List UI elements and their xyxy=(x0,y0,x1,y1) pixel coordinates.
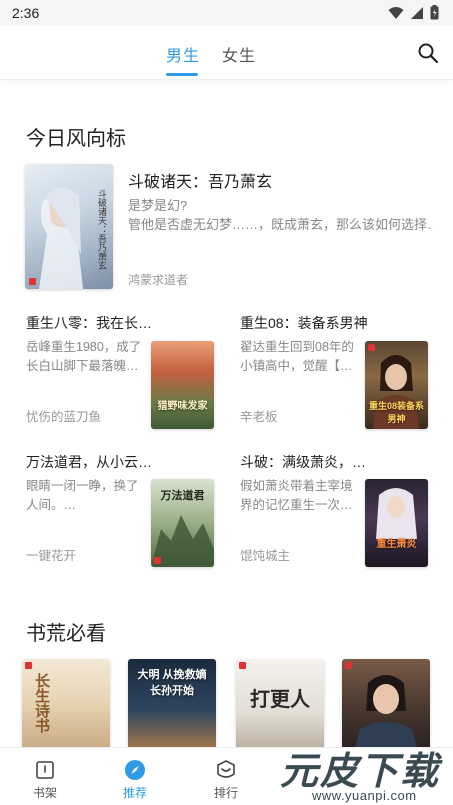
book-cover[interactable] xyxy=(342,659,430,751)
signal-icon xyxy=(411,6,423,19)
book-desc: 翟达重生回到08年的 小镇高中，觉醒【… xyxy=(240,338,354,376)
book-title: 斗破：满级萧炎，… xyxy=(240,454,366,470)
compass-icon xyxy=(125,760,145,780)
featured-book-cover[interactable]: 斗破诸天：吾乃萧玄 xyxy=(25,164,113,289)
wifi-icon xyxy=(388,6,404,19)
nav-item-ranking[interactable]: 排行 xyxy=(186,748,266,805)
book-author: 一键花开 xyxy=(26,549,77,563)
book-title: 重生08：装备系男神 xyxy=(240,315,368,331)
publisher-mark-icon xyxy=(368,344,375,351)
nav-label-recommend: 推荐 xyxy=(122,786,147,800)
nav-label-bookshelf: 书架 xyxy=(32,786,57,800)
top-tab-bar: 男生 女生 xyxy=(0,26,453,80)
book-cover-text: 长生诗书 xyxy=(33,673,50,733)
book-cover[interactable]: 重生08装备系男神 xyxy=(365,341,428,429)
featured-book-desc: 是梦是幻? 管他是否虚无幻梦……，既成萧玄，那么该如何选择… xyxy=(128,196,433,234)
book-cover[interactable]: 大明 从挽救嫡长孙开始 xyxy=(128,659,216,751)
status-time: 2:36 xyxy=(12,5,40,21)
book-cover-text: 打更人 xyxy=(250,689,310,711)
publisher-mark-icon xyxy=(154,557,161,564)
cover-illustration xyxy=(376,488,417,539)
book-desc-line1: 眼睛一闭一睁，换了 xyxy=(26,479,139,493)
active-tab-indicator xyxy=(166,73,198,76)
book-cover-text: 重生08装备系男神 xyxy=(368,401,424,424)
featured-book-author: 鸿蒙求道者 xyxy=(128,273,189,287)
book-desc-line2: 界的记忆重生一次… xyxy=(240,498,353,512)
search-icon[interactable] xyxy=(417,42,439,64)
book-title: 重生八零：我在长… xyxy=(26,315,152,331)
tab-male[interactable]: 男生 xyxy=(166,42,200,66)
publisher-mark-icon xyxy=(29,278,36,285)
book-desc: 假如萧炎带着主宰境 界的记忆重生一次… xyxy=(240,477,353,515)
publisher-mark-icon xyxy=(239,662,246,669)
book-desc-line2: 长白山脚下最落魄… xyxy=(26,359,139,373)
watermark-text: 元皮下载 xyxy=(280,751,441,793)
book-desc-line2: 小镇高中，觉醒【… xyxy=(240,359,353,373)
book-cover[interactable]: 长生诗书 xyxy=(22,659,110,751)
cover-illustration xyxy=(151,515,214,567)
publisher-mark-icon xyxy=(25,662,32,669)
section-title-featured: 今日风向标 xyxy=(26,128,126,150)
status-bar: 2:36 xyxy=(0,0,453,26)
book-cover[interactable]: 打更人 xyxy=(236,659,324,751)
featured-desc-line2: 管他是否虚无幻梦……，既成萧玄，那么该如何选择… xyxy=(128,217,433,232)
watermark: 元皮下载 www.yuanpi.com xyxy=(268,740,453,805)
section-title-must-read: 书荒必看 xyxy=(26,623,106,645)
tab-female[interactable]: 女生 xyxy=(222,42,256,66)
book-author: 忧伤的蓝刀鱼 xyxy=(26,410,102,424)
ranking-icon xyxy=(217,760,235,778)
bookshelf-icon xyxy=(36,761,54,779)
book-cover-text: 大明 从挽救嫡长孙开始 xyxy=(137,669,207,697)
book-desc-line1: 岳峰重生1980，成了 xyxy=(26,340,142,354)
book-cover-text: 重生萧炎 xyxy=(376,539,417,550)
book-author: 馄饨城主 xyxy=(240,549,291,563)
featured-book-title: 斗破诸天：吾乃萧玄 xyxy=(128,174,273,191)
status-icons xyxy=(388,5,439,20)
featured-desc-line1: 是梦是幻? xyxy=(128,198,188,213)
book-desc-line1: 假如萧炎带着主宰境 xyxy=(240,479,353,493)
featured-cover-text: 斗破诸天：吾乃萧玄 xyxy=(97,188,107,270)
book-desc: 岳峰重生1980，成了 长白山脚下最落魄… xyxy=(26,338,141,376)
book-cover-text: 猎野味发家 xyxy=(157,401,208,412)
book-cover[interactable]: 猎野味发家 xyxy=(151,341,214,429)
book-cover[interactable]: 万法道君 xyxy=(151,479,214,567)
book-desc-line1: 翟达重生回到08年的 xyxy=(240,340,354,354)
book-title: 万法道君，从小云… xyxy=(26,454,152,470)
book-desc-line2: 人间。… xyxy=(26,498,77,512)
watermark-url: www.yuanpi.com xyxy=(312,788,417,803)
battery-icon xyxy=(430,5,439,20)
nav-label-ranking: 排行 xyxy=(213,786,238,800)
book-cover[interactable]: 重生萧炎 xyxy=(365,479,428,567)
nav-item-bookshelf[interactable]: 书架 xyxy=(5,748,85,805)
nav-item-recommend[interactable]: 推荐 xyxy=(95,748,175,805)
book-desc: 眼睛一闭一睁，换了 人间。… xyxy=(26,477,139,515)
book-author: 辛老板 xyxy=(240,410,278,424)
publisher-mark-icon xyxy=(345,662,352,669)
cover-illustration xyxy=(354,675,418,751)
